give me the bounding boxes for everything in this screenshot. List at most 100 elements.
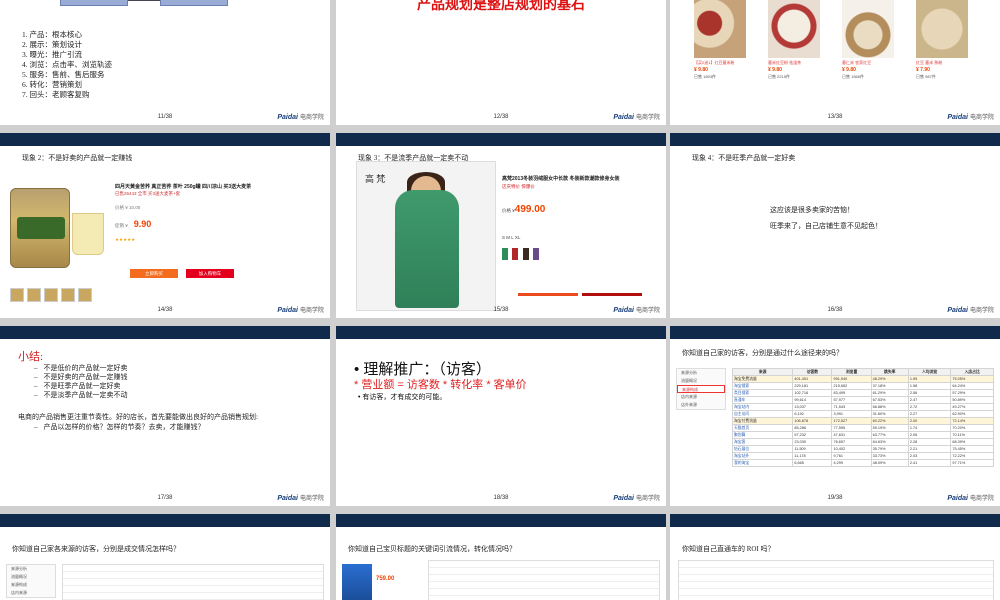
- product-tile[interactable]: 【买2送1】红豆薏米粉 ¥ 9.80 已售 1893件: [694, 0, 746, 80]
- header-band: [336, 133, 666, 146]
- table-cell: 172,527: [831, 417, 872, 425]
- product-tile[interactable]: 薏米红豆粉 祛湿茶 ¥ 9.80 已售 2215件: [768, 0, 820, 80]
- brand-logo: Paidai 电商学院: [613, 114, 660, 121]
- slide-12[interactable]: 产品规划是整店规划的基石 12/38 Paidai 电商学院: [336, 0, 666, 125]
- table-cell[interactable]: 淘宝搜索: [731, 382, 794, 390]
- sidebar-item[interactable]: 流量概况: [7, 573, 55, 581]
- table-cell: 57.29%: [950, 389, 994, 397]
- slide-title: 你知道自己直通车的 ROI 吗？: [682, 545, 775, 553]
- table-cell: 70.11%: [950, 431, 994, 439]
- operations-list: 1. 产品：根本核心 2. 展示：策划设计 3. 曝光：推广引流 4. 浏览：点…: [22, 30, 112, 100]
- table-cell[interactable]: 我的淘宝: [731, 459, 794, 467]
- body-line: 这应该是很多卖家的苦恼！: [770, 206, 854, 214]
- brand-logo: Paidai 电商学院: [947, 495, 994, 502]
- table-header[interactable]: 人均浏览: [907, 368, 952, 376]
- table-cell[interactable]: 淘宝客: [731, 438, 794, 446]
- cart-button[interactable]: [582, 293, 642, 296]
- sidebar-item[interactable]: 店内来源: [7, 589, 55, 597]
- table-cell[interactable]: 淘宝站内: [731, 403, 794, 411]
- source-sidebar[interactable]: 来源分析 流量概况 来源构成 店内来源 店外来源: [676, 368, 726, 410]
- table-header[interactable]: 入店占比: [950, 368, 994, 376]
- table-cell: 229,181: [792, 382, 833, 390]
- slide-13[interactable]: 【买2送1】红豆薏米粉 ¥ 9.80 已售 1893件 薏米红豆粉 祛湿茶 ¥ …: [670, 0, 1000, 125]
- slide-18[interactable]: • 理解推广：（访客） * 营业额 = 访客数 * 转化率 * 客单价 • 有访…: [336, 326, 666, 506]
- table-cell: 11,509: [792, 445, 833, 453]
- table-cell: 13,037: [792, 403, 833, 411]
- table-cell: 1.99: [907, 375, 952, 383]
- table-cell: 64.63%: [870, 438, 909, 446]
- buy-now-button[interactable]: 立即购买: [130, 269, 178, 278]
- flow-arrow: [128, 0, 162, 1]
- table-row: 聚划算 57,232 47,631 63.77% 2.06 70.11%: [731, 431, 994, 439]
- sidebar-item[interactable]: 来源分析: [677, 369, 725, 377]
- table-cell[interactable]: 淘宝免费流量: [731, 375, 794, 383]
- table-cell[interactable]: 淘宝付费流量: [731, 417, 794, 425]
- slide-14[interactable]: 现象 2：不是好卖的产品就一定赚钱 四月天黄金苦荞 真正苦荞 茶叶 250g罐 …: [0, 133, 330, 318]
- header-band: [336, 514, 666, 527]
- table-header[interactable]: 访客数: [792, 368, 833, 376]
- table-cell: 2.47: [907, 396, 952, 404]
- table-cell: 72.14%: [950, 417, 994, 425]
- table-cell[interactable]: 钻石展位: [731, 445, 794, 453]
- product-sales: 已售 2215件: [768, 74, 791, 79]
- table-cell: 106,878: [792, 417, 833, 425]
- table-cell: 49.27%: [950, 403, 994, 411]
- table-cell[interactable]: 自主访问: [731, 410, 794, 418]
- size-options[interactable]: S M L XL: [502, 235, 662, 240]
- header-band: [670, 514, 1000, 527]
- flow-box-left: [60, 0, 128, 6]
- table-cell: 75.45%: [950, 445, 994, 453]
- table-cell[interactable]: 天猫首页: [731, 424, 794, 432]
- sidebar-item[interactable]: 来源构成: [7, 581, 55, 589]
- table-cell[interactable]: 类目搜索: [731, 389, 794, 397]
- color-options[interactable]: [502, 248, 662, 261]
- sidebar-item[interactable]: 流量概况: [677, 377, 725, 385]
- table-cell[interactable]: 直通车: [731, 396, 794, 404]
- sidebar-item[interactable]: 来源分析: [7, 565, 55, 573]
- table-cell: 991,940: [831, 375, 872, 383]
- header-band: [0, 326, 330, 339]
- product-image: [342, 564, 372, 600]
- product-tile[interactable]: 红豆 薏米 熟粉 ¥ 7.90 已售 987件: [916, 0, 968, 80]
- product-note: 已售26443 全市 买3送大麦茶+套: [115, 191, 181, 196]
- table-cell[interactable]: 聚划算: [731, 431, 794, 439]
- brand-logo: Paidai 电商学院: [277, 307, 324, 314]
- product-tile[interactable]: 薏仁米 农家红豆 ¥ 9.80 已售 1566件: [842, 0, 894, 80]
- table-row: 我的淘宝 6,665 4,299 48.09% 2.41 97.71%: [731, 459, 994, 467]
- list-item: 4. 浏览：点击率、浏览轨迹: [22, 60, 112, 69]
- keyword-table: [428, 560, 660, 600]
- table-header[interactable]: 来源: [731, 368, 794, 376]
- source-sidebar[interactable]: 来源分析 流量概况 来源构成 店内来源: [6, 564, 56, 598]
- product-detail: 高梵2013冬装羽绒服女中长款 冬装新款潮款修身女装 店庆特价 惊爆价 价格 ¥…: [502, 175, 662, 261]
- table-header[interactable]: 浏览量: [831, 368, 872, 376]
- slide-15[interactable]: 现象 3：不是流季产品就一定卖不动 高 梵 高梵2013冬装羽绒服女中长款 冬装…: [336, 133, 666, 318]
- sidebar-item[interactable]: 店内来源: [677, 393, 725, 401]
- table-header[interactable]: 跳失率: [870, 368, 909, 376]
- table-row: 钻石展位 11,509 10,402 35.79% 2.21 75.45%: [731, 445, 994, 453]
- slide-19[interactable]: 你知道自己家的访客，分别是通过什么途径来的吗？ 来源分析 流量概况 来源构成 店…: [670, 326, 1000, 506]
- header-band: [0, 133, 330, 146]
- slide-17[interactable]: 小结: 不是低价的产品就一定好卖 不是好卖的产品就一定赚钱 不是旺季产品就一定好…: [0, 326, 330, 506]
- body-line: 旺季来了，自己店铺生意不见起色！: [770, 222, 882, 230]
- brand-logo: Paidai 电商学院: [613, 495, 660, 502]
- table-row: 淘宝付费流量 106,878 172,527 60.22% 2.00 72.14%: [731, 417, 994, 425]
- table-cell: 2.72: [907, 403, 952, 411]
- table-cell: 60.22%: [870, 417, 909, 425]
- buy-button[interactable]: [518, 293, 578, 296]
- table-cell: 67.53%: [870, 396, 909, 404]
- slide-16[interactable]: 现象 4：不是旺季产品就一定好卖 这应该是很多卖家的苦恼！ 旺季来了，自己店铺生…: [670, 133, 1000, 318]
- thumbnail-strip[interactable]: [10, 288, 95, 307]
- slide-22[interactable]: 你知道自己直通车的 ROI 吗？: [670, 514, 1000, 600]
- sub-bullet: • 有访客，才有成交的可能。: [358, 394, 447, 401]
- slide-title: 你知道自己家的访客，分别是通过什么途径来的吗？: [682, 349, 843, 357]
- slide-20[interactable]: 你知道自己家各来源的访客，分别是成交情况怎样吗？ 来源分析 流量概况 来源构成 …: [0, 514, 330, 600]
- add-to-cart-button[interactable]: 加入购物车: [186, 269, 234, 278]
- rating-row: ★★★★★: [115, 237, 136, 242]
- sidebar-item-active[interactable]: 来源构成: [677, 385, 725, 393]
- list-item: 不是好卖的产品就一定赚钱: [34, 373, 128, 382]
- slide-21[interactable]: 你知道自己宝贝标题的关键词引流情况，转化情况吗？ 759.00: [336, 514, 666, 600]
- slide-11[interactable]: 1. 产品：根本核心 2. 展示：策划设计 3. 曝光：推广引流 4. 浏览：点…: [0, 0, 330, 125]
- sidebar-item[interactable]: 店外来源: [677, 401, 725, 409]
- table-cell: 76,657: [831, 438, 872, 446]
- table-cell[interactable]: 淘宝站外: [731, 452, 794, 460]
